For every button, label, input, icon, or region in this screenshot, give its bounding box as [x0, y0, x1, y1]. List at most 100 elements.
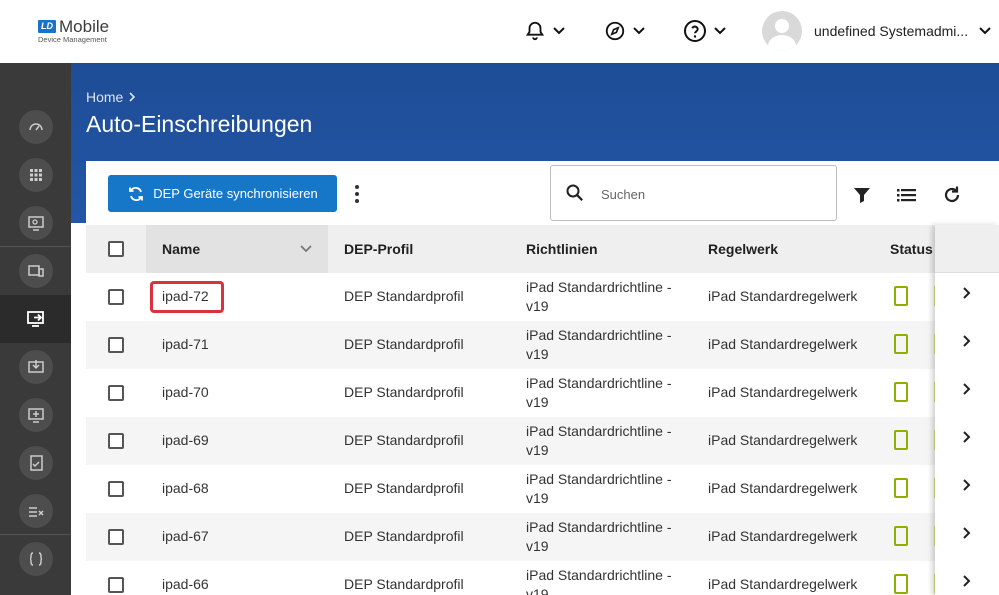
table-row[interactable]: ipad-67 DEP Standardprofil iPad Standard…: [86, 513, 999, 561]
app-logo[interactable]: LD Mobile Device Management: [38, 17, 128, 46]
row-dep-profile: DEP Standardprofil: [344, 432, 464, 448]
sidebar-item-device-settings[interactable]: [0, 199, 71, 247]
column-header-status[interactable]: Status: [890, 225, 933, 273]
table-header: Name DEP-Profil Richtlinien Regelwerk St…: [86, 225, 999, 273]
user-menu[interactable]: undefined Systemadmi...: [762, 11, 992, 51]
row-checkbox[interactable]: [108, 385, 124, 401]
row-open-button[interactable]: [959, 333, 975, 349]
row-open-button[interactable]: [959, 429, 975, 445]
breadcrumb-home[interactable]: Home: [86, 89, 123, 105]
add-screen-icon: [27, 408, 44, 423]
row-name[interactable]: ipad-68: [162, 480, 209, 496]
sidebar-item-add-screen[interactable]: [0, 391, 71, 439]
row-actions-column: [935, 225, 999, 595]
row-policy: iPad Standardrichtline - v19: [526, 279, 672, 314]
row-open-button[interactable]: [959, 477, 975, 493]
row-ruleset: iPad Standardregelwerk: [708, 288, 858, 304]
row-checkbox[interactable]: [108, 481, 124, 497]
row-dep-profile: DEP Standardprofil: [344, 336, 464, 352]
device-settings-icon: [27, 216, 44, 231]
row-name[interactable]: ipad-69: [162, 432, 209, 448]
brackets-icon: [29, 552, 42, 566]
filter-button[interactable]: [850, 183, 874, 207]
avatar: [762, 11, 802, 51]
chevron-down-icon: [979, 27, 991, 35]
row-checkbox[interactable]: [108, 433, 124, 449]
chevron-right-icon: [963, 527, 971, 539]
table-row[interactable]: ipad-71 DEP Standardprofil iPad Standard…: [86, 321, 999, 369]
row-ruleset: iPad Standardregelwerk: [708, 528, 858, 544]
tablet-status-icon: [894, 286, 908, 306]
search-icon: [566, 184, 583, 201]
row-ruleset: iPad Standardregelwerk: [708, 480, 858, 496]
column-header-name[interactable]: Name: [162, 225, 200, 273]
column-header-dep-profile[interactable]: DEP-Profil: [344, 225, 413, 273]
column-header-ruleset[interactable]: Regelwerk: [708, 225, 778, 273]
policy-icon: [29, 455, 43, 471]
row-checkbox[interactable]: [108, 337, 124, 353]
row-policy: iPad Standardrichtline - v19: [526, 375, 672, 410]
row-open-button[interactable]: [959, 285, 975, 301]
chevron-right-icon: [963, 575, 971, 587]
highlight-box: [150, 281, 224, 313]
row-policy: iPad Standardrichtline - v19: [526, 567, 672, 595]
row-ruleset: iPad Standardregelwerk: [708, 576, 858, 592]
user-name: undefined Systemadmi...: [814, 23, 969, 39]
row-name[interactable]: ipad-66: [162, 576, 209, 592]
sidebar-item-download-device[interactable]: [0, 343, 71, 391]
sidebar-item-apps[interactable]: [0, 151, 71, 199]
row-name[interactable]: ipad-71: [162, 336, 209, 352]
chevron-right-icon: [963, 335, 971, 347]
sidebar-item-devices[interactable]: [0, 247, 71, 295]
tablet-status-icon: [894, 382, 908, 402]
row-ruleset: iPad Standardregelwerk: [708, 384, 858, 400]
select-all-checkbox[interactable]: [108, 241, 124, 257]
more-options-button[interactable]: [350, 181, 364, 207]
table-row[interactable]: ipad-69 DEP Standardprofil iPad Standard…: [86, 417, 999, 465]
search-box[interactable]: [550, 165, 837, 221]
row-dep-profile: DEP Standardprofil: [344, 528, 464, 544]
apps-grid-icon: [29, 169, 42, 181]
search-input[interactable]: [601, 184, 821, 204]
bell-icon: [525, 21, 545, 41]
sidebar-item-enrollment[interactable]: [0, 295, 71, 343]
row-open-button[interactable]: [959, 381, 975, 397]
sort-chevron-icon: [300, 245, 312, 253]
logo-subtitle: Device Management: [38, 35, 107, 44]
explore-menu[interactable]: [604, 18, 646, 44]
column-list-button[interactable]: [895, 183, 919, 207]
chevron-right-icon: [129, 92, 136, 102]
more-vert-icon: [355, 185, 359, 189]
row-open-button[interactable]: [959, 525, 975, 541]
actions-column-header: [935, 225, 999, 273]
row-name[interactable]: ipad-67: [162, 528, 209, 544]
chevron-down-icon: [553, 27, 565, 35]
tablet-status-icon: [894, 526, 908, 546]
sidebar-item-rules[interactable]: [0, 487, 71, 535]
table-row[interactable]: ipad-66 DEP Standardprofil iPad Standard…: [86, 561, 999, 595]
row-dep-profile: DEP Standardprofil: [344, 480, 464, 496]
column-header-policies[interactable]: Richtlinien: [526, 225, 598, 273]
sync-dep-devices-button[interactable]: DEP Geräte synchronisieren: [108, 175, 337, 212]
sidebar-item-policy[interactable]: [0, 439, 71, 487]
row-open-button[interactable]: [959, 573, 975, 589]
chevron-down-icon: [633, 27, 645, 35]
row-checkbox[interactable]: [108, 289, 124, 305]
help-menu[interactable]: [683, 18, 727, 44]
chevron-right-icon: [963, 431, 971, 443]
notifications-menu[interactable]: [524, 18, 566, 44]
row-policy: iPad Standardrichtline - v19: [526, 519, 672, 554]
row-checkbox[interactable]: [108, 529, 124, 545]
row-policy: iPad Standardrichtline - v19: [526, 471, 672, 506]
row-checkbox[interactable]: [108, 577, 124, 593]
row-ruleset: iPad Standardregelwerk: [708, 432, 858, 448]
table-row[interactable]: ipad-70 DEP Standardprofil iPad Standard…: [86, 369, 999, 417]
row-ruleset: iPad Standardregelwerk: [708, 336, 858, 352]
sidebar-item-code[interactable]: [0, 535, 71, 583]
table-row[interactable]: ipad-68 DEP Standardprofil iPad Standard…: [86, 465, 999, 513]
sidebar-item-dashboard[interactable]: [0, 103, 71, 151]
compass-icon: [605, 21, 625, 41]
row-name[interactable]: ipad-70: [162, 384, 209, 400]
refresh-button[interactable]: [940, 183, 964, 207]
page-title: Auto-Einschreibungen: [86, 111, 313, 137]
